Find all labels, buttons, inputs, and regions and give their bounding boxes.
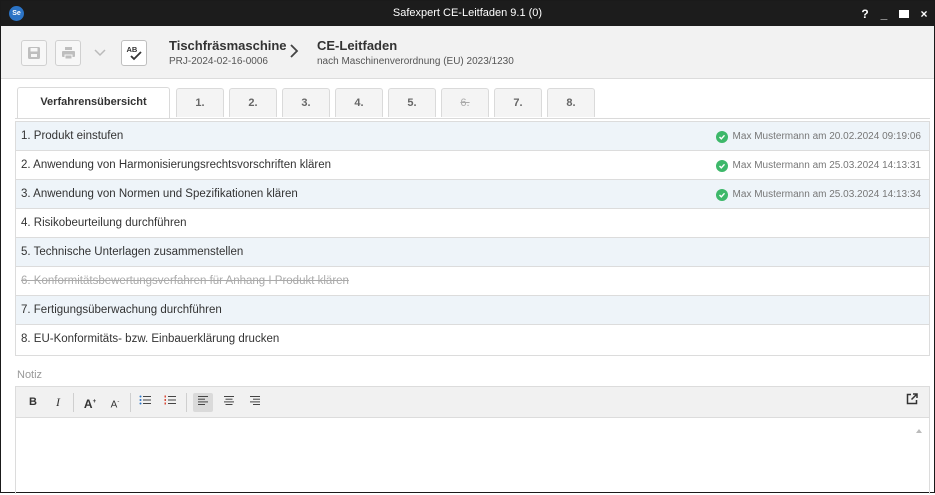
open-external-button[interactable] xyxy=(904,393,920,412)
window-controls: ? _ × xyxy=(861,1,928,26)
save-button[interactable] xyxy=(21,40,47,66)
print-button[interactable] xyxy=(55,40,81,66)
align-right-button[interactable] xyxy=(247,393,263,412)
step-label: 6. Konformitätsbewertungsverfahren für A… xyxy=(21,275,349,287)
step-row-2[interactable]: 2. Anwendung von Harmonisierungsrechtsvo… xyxy=(16,151,929,180)
toolbar-separator xyxy=(186,393,187,412)
step-status: Max Mustermann am 25.03.2024 14:13:31 xyxy=(715,151,921,180)
tab-divider xyxy=(15,118,930,119)
tab-step-8[interactable]: 8. xyxy=(547,88,595,117)
product-title: Tischfräsmaschine xyxy=(169,38,287,53)
toolbar-separator xyxy=(73,393,74,412)
breadcrumb-chevron-right-icon xyxy=(290,44,299,58)
step-label: 8. EU-Konformitäts- bzw. Einbauerklärung… xyxy=(21,333,280,345)
spellcheck-button[interactable]: AB xyxy=(121,40,147,66)
bullet-list-button[interactable] xyxy=(137,393,153,412)
maximize-icon xyxy=(899,9,909,18)
save-icon xyxy=(28,47,40,59)
step-label: 5. Technische Unterlagen zusammenstellen xyxy=(21,246,244,258)
align-right-icon xyxy=(250,396,260,405)
print-icon xyxy=(61,47,75,60)
tab-verfahrensuebersicht[interactable]: Verfahrensübersicht xyxy=(17,87,170,118)
notiz-label: Notiz xyxy=(17,369,43,381)
step-row-7[interactable]: 7. Fertigungsüberwachung durchführen xyxy=(16,296,929,325)
notiz-editor: B I A+ A- xyxy=(15,386,930,494)
font-grow-label: A xyxy=(83,397,93,411)
tab-step-7[interactable]: 7. xyxy=(494,88,542,117)
check-circle-icon xyxy=(715,130,728,143)
spellcheck-icon: AB xyxy=(127,45,142,61)
tab-bar: Verfahrensübersicht 1. 2. 3. 4. 5. 6. 7.… xyxy=(1,79,934,119)
numbered-list-button[interactable] xyxy=(162,393,178,412)
step-label: 7. Fertigungsüberwachung durchführen xyxy=(21,304,222,316)
tab-step-4[interactable]: 4. xyxy=(335,88,383,117)
minimize-button[interactable]: _ xyxy=(880,7,888,21)
italic-button[interactable]: I xyxy=(50,393,66,412)
tab-step-6[interactable]: 6. xyxy=(441,88,489,117)
step-row-1[interactable]: 1. Produkt einstufen Max Mustermann am 2… xyxy=(16,122,929,151)
help-button[interactable]: ? xyxy=(861,7,869,21)
print-dropdown-button[interactable] xyxy=(87,40,113,66)
step-status-text: Max Mustermann am 25.03.2024 14:13:34 xyxy=(732,189,921,200)
notiz-textarea[interactable] xyxy=(16,419,916,495)
tab-step-2[interactable]: 2. xyxy=(229,88,277,117)
font-size-decrease-button[interactable]: A- xyxy=(107,393,123,412)
font-size-increase-button[interactable]: A+ xyxy=(82,393,98,412)
align-center-icon xyxy=(224,396,234,405)
bold-button[interactable]: B xyxy=(25,393,41,412)
step-label: 2. Anwendung von Harmonisierungsrechtsvo… xyxy=(21,159,332,171)
step-status: Max Mustermann am 25.03.2024 14:13:34 xyxy=(715,180,921,209)
tab-step-5[interactable]: 5. xyxy=(388,88,436,117)
document-subtitle: nach Maschinenverordnung (EU) 2023/1230 xyxy=(317,56,514,67)
step-row-3[interactable]: 3. Anwendung von Normen und Spezifikatio… xyxy=(16,180,929,209)
bullet-list-icon xyxy=(139,395,151,405)
align-left-icon xyxy=(198,396,208,405)
main-toolbar: AB Tischfräsmaschine PRJ-2024-02-16-0006… xyxy=(1,26,934,79)
step-status: Max Mustermann am 20.02.2024 09:19:06 xyxy=(715,122,921,151)
external-link-icon xyxy=(906,393,918,405)
document-title: CE-Leitfaden xyxy=(317,38,398,53)
step-row-6[interactable]: 6. Konformitätsbewertungsverfahren für A… xyxy=(16,267,929,296)
step-status-text: Max Mustermann am 25.03.2024 14:13:31 xyxy=(732,160,921,171)
tab-step-3[interactable]: 3. xyxy=(282,88,330,117)
step-label: 3. Anwendung von Normen und Spezifikatio… xyxy=(21,188,298,200)
step-row-8[interactable]: 8. EU-Konformitäts- bzw. Einbauerklärung… xyxy=(16,325,929,353)
close-button[interactable]: × xyxy=(920,7,928,21)
toolbar-separator xyxy=(130,393,131,412)
window-title: Safexpert CE-Leitfaden 9.1 (0) xyxy=(392,7,543,19)
app-window: Se Safexpert CE-Leitfaden 9.1 (0) ? _ × xyxy=(0,0,935,494)
align-left-button[interactable] xyxy=(193,393,213,412)
editor-toolbar: B I A+ A- xyxy=(16,387,929,418)
step-status-text: Max Mustermann am 20.02.2024 09:19:06 xyxy=(732,131,921,142)
align-center-button[interactable] xyxy=(221,393,237,412)
procedure-steps-list: 1. Produkt einstufen Max Mustermann am 2… xyxy=(15,121,930,356)
step-row-4[interactable]: 4. Risikobeurteilung durchführen xyxy=(16,209,929,238)
step-label: 1. Produkt einstufen xyxy=(21,130,124,142)
check-circle-icon xyxy=(715,159,728,172)
product-id: PRJ-2024-02-16-0006 xyxy=(169,56,268,67)
numbered-list-icon xyxy=(164,395,176,405)
scroll-up-icon[interactable] xyxy=(916,429,922,433)
title-bar[interactable]: Se Safexpert CE-Leitfaden 9.1 (0) ? _ × xyxy=(1,1,934,26)
step-row-5[interactable]: 5. Technische Unterlagen zusammenstellen xyxy=(16,238,929,267)
chevron-down-icon xyxy=(94,49,106,57)
spellcheck-label: AB xyxy=(127,45,138,54)
tab-step-1[interactable]: 1. xyxy=(176,88,224,117)
check-circle-icon xyxy=(715,188,728,201)
maximize-button[interactable] xyxy=(899,7,909,21)
step-label: 4. Risikobeurteilung durchführen xyxy=(21,217,187,229)
